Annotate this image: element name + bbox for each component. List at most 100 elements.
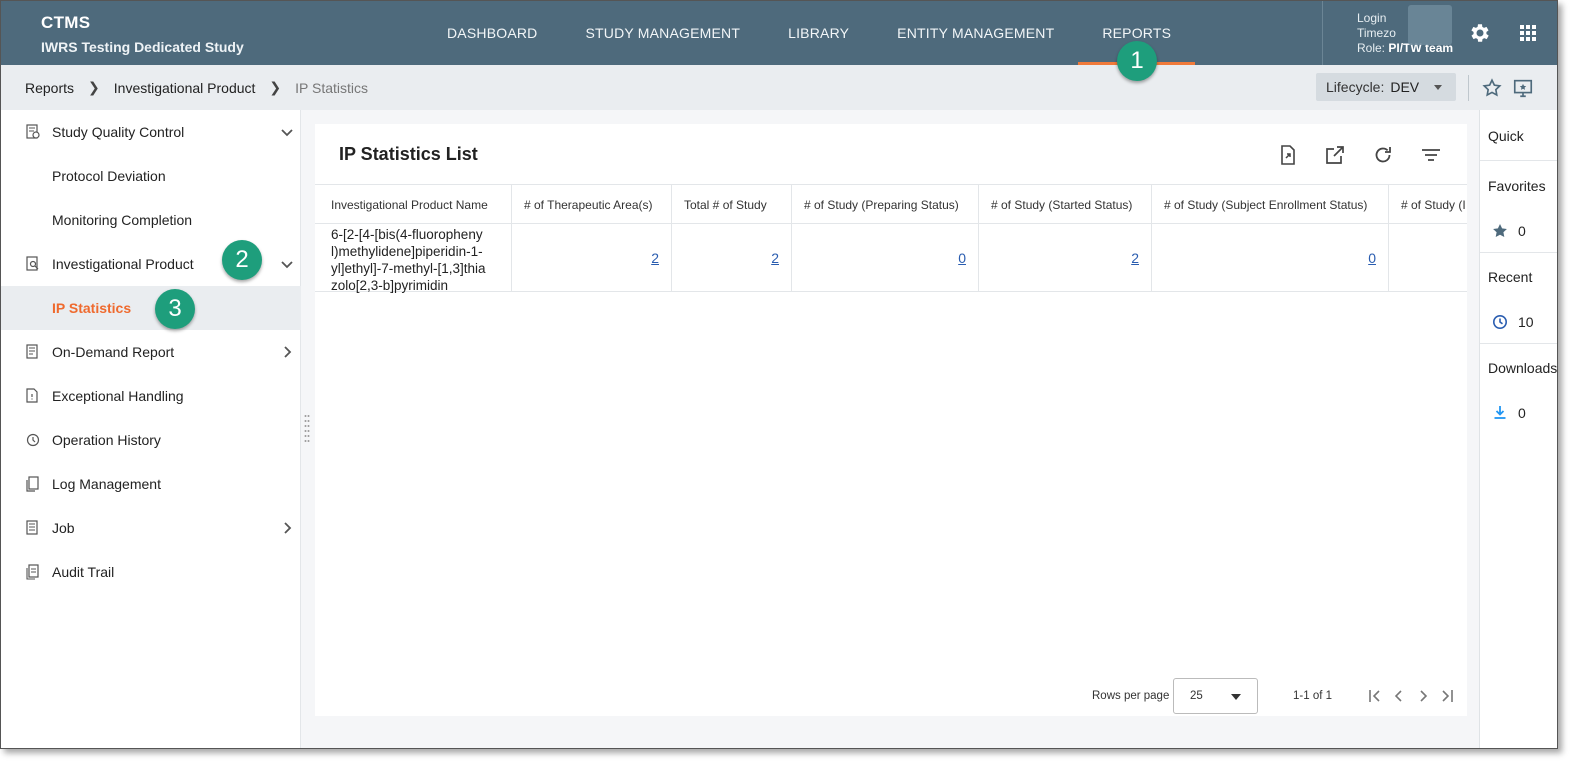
column-header-started-status[interactable]: # of Study (Started Status) [979,185,1152,225]
sidebar-item-label: Protocol Deviation [52,168,166,184]
page-range: 1-1 of 1 [1293,690,1332,702]
sidebar-item-protocol-deviation[interactable]: Protocol Deviation [1,154,301,198]
breadcrumb-bar: Reports ❯ Investigational Product ❯ IP S… [1,65,1557,110]
pagination: Rows per page 25 1-1 of 1 [315,678,1467,714]
table-row: 6-[2-[4-[bis(4-fluoropheny l)methylidene… [315,224,1467,293]
resize-handle[interactable] [304,414,310,446]
sidebar-item-label: Operation History [52,432,161,448]
rows-per-page-value: 25 [1190,690,1203,702]
chevron-down-icon[interactable] [279,124,295,140]
recent-label: Recent [1488,269,1533,285]
brand[interactable]: CTMS IWRS Testing Dedicated Study [41,13,244,55]
sidebar-item-label: On-Demand Report [52,344,175,360]
divider [1468,75,1469,101]
document-check-icon [26,124,40,139]
lifecycle-value: DEV [1390,79,1420,95]
started-status-link[interactable]: 2 [1131,250,1139,266]
sidebar-item-label: Monitoring Completion [52,212,193,228]
column-header-product-name[interactable]: Investigational Product Name [315,185,512,225]
export-file-icon[interactable] [1277,144,1299,166]
sidebar-item-study-quality-control[interactable]: Study Quality Control [1,110,301,154]
cell-total-study: 2 [672,224,792,292]
lifecycle-select[interactable]: Lifecycle: DEV [1316,73,1456,101]
sidebar: Study Quality Control Protocol Deviation… [1,110,301,748]
recent-count-row[interactable]: 10 [1480,313,1557,333]
product-name-line: yl]ethyl]-7-methyl-[1,3]thia [331,261,486,276]
table-header: Investigational Product Name # of Therap… [315,184,1467,225]
sidebar-item-job[interactable]: Job [1,506,301,550]
breadcrumb-ip-statistics: IP Statistics [295,79,369,96]
cell-subject-enrollment-status: 0 [1152,224,1389,292]
job-icon [26,520,38,535]
preparing-status-link[interactable]: 0 [958,250,966,266]
present-screen-icon[interactable] [1512,77,1534,99]
previous-page-icon[interactable] [1391,688,1407,704]
audit-icon [26,564,39,580]
sidebar-item-label: Log Management [52,476,161,492]
chevron-right-icon[interactable] [279,520,295,536]
therapeutic-areas-link[interactable]: 2 [651,250,659,266]
last-page-icon[interactable] [1439,688,1455,704]
main-nav: DASHBOARD STUDY MANAGEMENT LIBRARY ENTIT… [423,1,1195,65]
divider [1480,343,1557,344]
sidebar-item-monitoring-completion[interactable]: Monitoring Completion [1,198,301,242]
chevron-right-icon: ❯ [269,79,282,95]
column-header-therapeutic-areas[interactable]: # of Therapeutic Area(s) [512,185,672,225]
column-header-preparing-status[interactable]: # of Study (Preparing Status) [792,185,979,225]
favorites-count-row[interactable]: 0 [1480,222,1557,242]
chevron-right-icon[interactable] [279,344,295,360]
sidebar-item-on-demand-report[interactable]: On-Demand Report [1,330,301,374]
sidebar-item-label: IP Statistics [52,300,132,316]
caret-down-icon [1434,85,1442,90]
downloads-label: Downloads [1488,360,1558,376]
quick-title-text: Quick [1488,128,1524,144]
cell-started-status: 2 [979,224,1152,292]
star-icon [1493,224,1507,237]
quick-panel: Quick Favorites 0 Recent 10 Downloads 0 [1479,110,1558,748]
sidebar-item-audit-trail[interactable]: Audit Trail [1,550,301,594]
sidebar-item-ip-statistics[interactable]: IP Statistics [1,286,301,330]
breadcrumb-investigational-product[interactable]: Investigational Product [114,80,256,96]
open-external-icon[interactable] [1324,144,1346,166]
sidebar-item-exceptional-handling[interactable]: Exceptional Handling [1,374,301,418]
redacted-user-info [1408,5,1452,45]
clock-icon [1493,315,1507,329]
filter-icon[interactable] [1420,144,1442,166]
document-search-icon [26,256,39,271]
total-study-link[interactable]: 2 [771,250,779,266]
annotation-badge-1: 1 [1117,41,1157,81]
downloads-count: 0 [1518,405,1526,421]
app-window: CTMS IWRS Testing Dedicated Study DASHBO… [0,0,1558,749]
subject-enrollment-link[interactable]: 0 [1368,250,1376,266]
refresh-icon[interactable] [1372,144,1394,166]
star-outline-icon[interactable] [1481,77,1503,99]
caret-down-icon [1231,694,1241,700]
downloads-count-row[interactable]: 0 [1480,404,1557,424]
apps-grid-icon[interactable] [1516,21,1540,45]
role-label: Role: [1357,41,1386,55]
nav-study-management[interactable]: STUDY MANAGEMENT [561,1,764,65]
sidebar-item-operation-history[interactable]: Operation History [1,418,301,462]
cell-product-name: 6-[2-[4-[bis(4-fluoropheny l)methylidene… [315,224,512,293]
breadcrumb-reports[interactable]: Reports [25,80,74,96]
column-header-truncated[interactable]: # of Study (I [1389,185,1467,225]
app-name: CTMS [41,13,91,32]
document-alert-icon [26,388,38,403]
history-icon [26,433,40,447]
sidebar-item-label: Exceptional Handling [52,388,184,404]
sidebar-item-log-management[interactable]: Log Management [1,462,301,506]
ip-statistics-card: IP Statistics List Investigational Produ… [315,124,1467,716]
chevron-down-icon[interactable] [279,256,295,272]
nav-dashboard[interactable]: DASHBOARD [423,1,561,65]
rows-per-page-select[interactable]: 25 [1173,678,1258,714]
gear-icon[interactable] [1468,21,1492,45]
first-page-icon[interactable] [1367,688,1383,704]
user-info[interactable]: Login Timezo Role: PI/TW team [1322,1,1457,65]
product-name-line: 6-[2-[4-[bis(4-fluoropheny [331,227,483,242]
column-header-total-study[interactable]: Total # of Study [672,185,792,225]
nav-library[interactable]: LIBRARY [764,1,873,65]
sidebar-item-label: Investigational Product [52,256,194,272]
next-page-icon[interactable] [1415,688,1431,704]
column-header-subject-enrollment-status[interactable]: # of Study (Subject Enrollment Status) [1152,185,1389,225]
nav-entity-management[interactable]: ENTITY MANAGEMENT [873,1,1078,65]
